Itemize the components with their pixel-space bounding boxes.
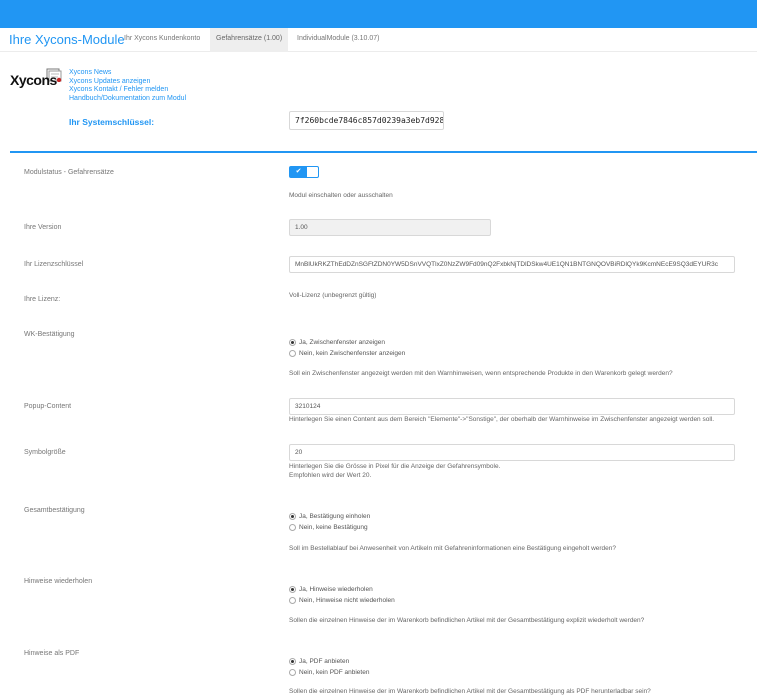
module-tabs: Ihre Xycons-Module Ihr Xycons Kundenkont… bbox=[0, 28, 757, 52]
xycons-logo: Xycons bbox=[10, 68, 62, 94]
tab-individualmodule[interactable]: IndividualModule (3.10.07) bbox=[291, 28, 386, 52]
radio-checked-icon[interactable] bbox=[289, 513, 296, 520]
version-field: 1.00 bbox=[289, 219, 491, 236]
help-symbol-2: Empfohlen wird der Wert 20. bbox=[289, 472, 372, 479]
help-symbol-1: Hinterlegen Sie die Grösse in Pixel für … bbox=[289, 463, 501, 470]
help-modulstatus: Modul einschalten oder ausschalten bbox=[289, 192, 393, 199]
brand-links: Xycons News Xycons Updates anzeigen Xyco… bbox=[69, 69, 186, 103]
section-divider bbox=[10, 151, 757, 153]
label-version: Ihre Version bbox=[24, 224, 62, 231]
label-wiederholen: Hinweise wiederholen bbox=[24, 578, 93, 585]
link-news[interactable]: Xycons News bbox=[69, 69, 186, 78]
link-updates[interactable]: Xycons Updates anzeigen bbox=[69, 78, 186, 87]
popup-content-input[interactable]: 3210124 bbox=[289, 398, 735, 415]
label-gesamt: Gesamtbestätigung bbox=[24, 507, 85, 514]
help-gesamt: Soll im Bestellablauf bei Anwesenheit vo… bbox=[289, 545, 617, 552]
module-status-toggle[interactable]: ✔ bbox=[289, 166, 319, 178]
radio-unchecked-icon[interactable] bbox=[289, 669, 296, 676]
label-popup: Popup-Content bbox=[24, 403, 72, 410]
radio-unchecked-icon[interactable] bbox=[289, 597, 296, 604]
radio-checked-icon[interactable] bbox=[289, 339, 296, 346]
license-key-input[interactable]: MnBlUkRKZThEdDZnSGFtZDN0YW5DSnVVQTlxZ0Nz… bbox=[289, 256, 735, 273]
tab-kundenkonto[interactable]: Ihr Xycons Kundenkonto bbox=[118, 28, 206, 52]
help-wk: Soll ein Zwischenfenster angezeigt werde… bbox=[289, 370, 673, 377]
label-wk: WK-Bestätigung bbox=[24, 331, 75, 338]
radio-unchecked-icon[interactable] bbox=[289, 524, 296, 531]
label-pdf: Hinweise als PDF bbox=[24, 650, 80, 657]
label-modulstatus: Modulstatus - Gefahrensätze bbox=[24, 169, 114, 176]
link-contact[interactable]: Xycons Kontakt / Fehler melden bbox=[69, 86, 186, 95]
label-lizenzschluessel: Ihr Lizenzschlüssel bbox=[24, 261, 84, 268]
module-tabs-title[interactable]: Ihre Xycons-Module bbox=[9, 32, 125, 47]
radio-checked-icon[interactable] bbox=[289, 658, 296, 665]
check-icon: ✔ bbox=[290, 167, 307, 177]
license-value: Voll-Lizenz (unbegrenzt gültig) bbox=[289, 292, 377, 299]
system-key-field[interactable]: 7f260bcde7846c857d0239a3eb7d928f bbox=[289, 111, 444, 130]
radio-unchecked-icon[interactable] bbox=[289, 350, 296, 357]
help-pdf: Sollen die einzelnen Hinweise der im War… bbox=[289, 688, 651, 695]
top-bar bbox=[0, 0, 757, 28]
link-manual[interactable]: Handbuch/Dokumentation zum Modul bbox=[69, 95, 186, 104]
help-wiederholen: Sollen die einzelnen Hinweise der im War… bbox=[289, 617, 645, 624]
label-symbol: Symbolgröße bbox=[24, 449, 66, 456]
system-key-label: Ihr Systemschlüssel: bbox=[69, 117, 155, 127]
logo-text: Xycons bbox=[10, 72, 57, 88]
tab-gefahrensaetze[interactable]: Gefahrensätze (1.00) bbox=[210, 28, 289, 52]
help-popup: Hinterlegen Sie einen Content aus dem Be… bbox=[289, 416, 715, 423]
radio-checked-icon[interactable] bbox=[289, 586, 296, 593]
symbol-size-input[interactable]: 20 bbox=[289, 444, 735, 461]
brand-header: Xycons Xycons News Xycons Updates anzeig… bbox=[0, 52, 757, 152]
label-lizenz: Ihre Lizenz: bbox=[24, 296, 61, 303]
